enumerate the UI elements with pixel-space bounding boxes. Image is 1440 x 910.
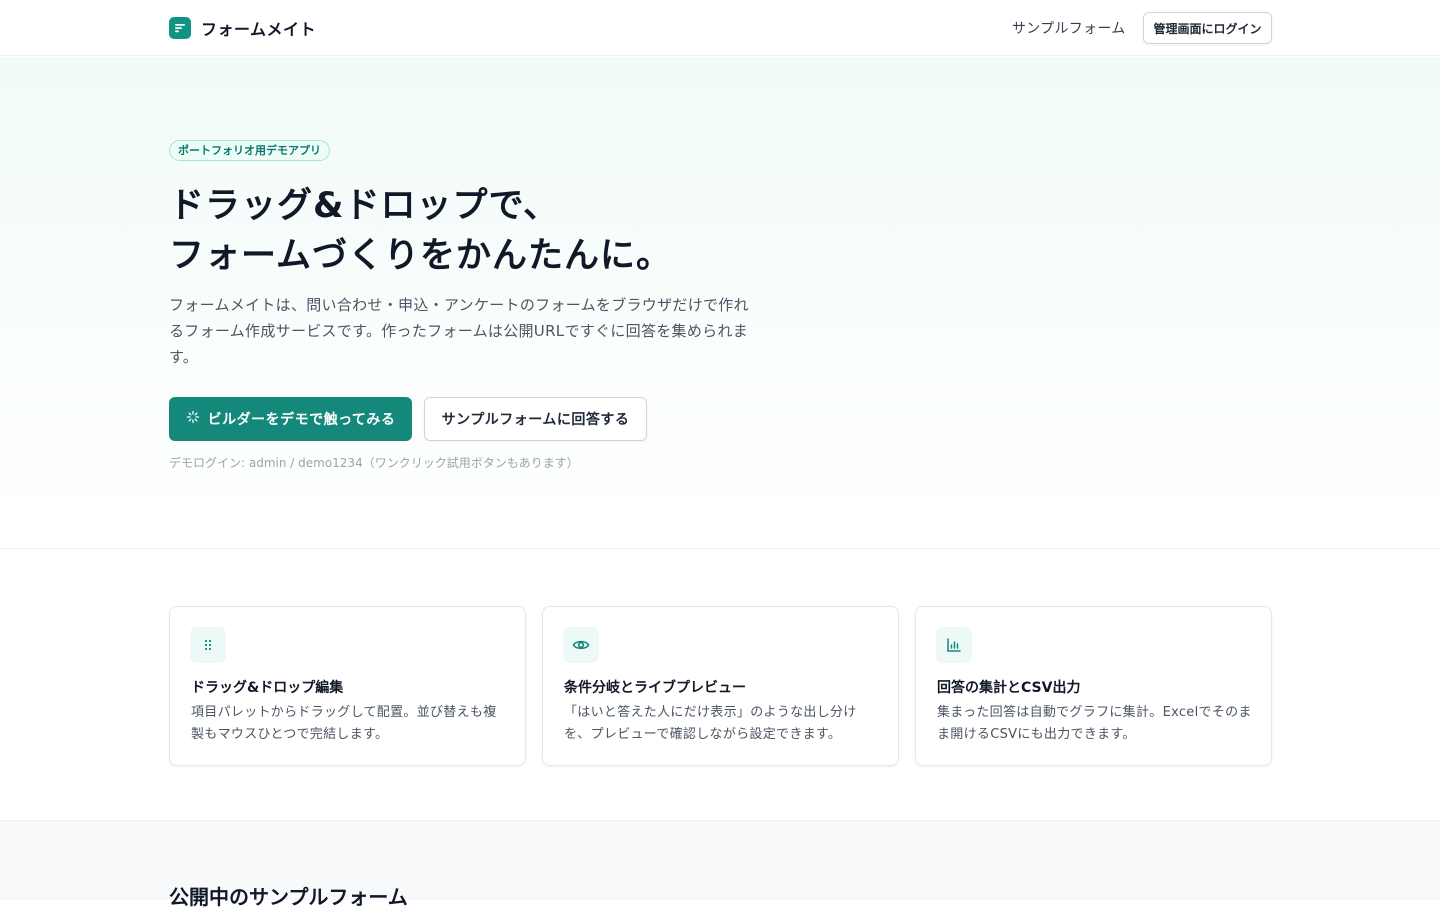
drag-handle-icon [190, 627, 226, 663]
feature-title: 条件分岐とライブプレビュー [564, 680, 746, 696]
feature-description: 「はいと答えた人にだけ表示」のような出し分けを、プレビューで確認しながら設定でき… [564, 705, 857, 742]
hero-description: フォームメイトは、問い合わせ・申込・アンケートのフォームをブラウザだけで作れるフ… [169, 296, 749, 366]
hero-title-line2: フォームづくりをかんたんに。 [169, 236, 672, 276]
demo-login-note: デモログイン: admin / demo1234（ワンクリック試用ボタンもありま… [169, 456, 579, 470]
portfolio-badge: ポートフォリオ用デモアプリ [169, 140, 330, 161]
sample-forms-section: 公開中のサンプルフォーム [0, 820, 1440, 909]
eye-icon [563, 627, 599, 663]
nav-sample-forms-link[interactable]: サンプルフォーム [1012, 18, 1126, 38]
try-builder-demo-button[interactable]: ビルダーをデモで触ってみる [169, 397, 412, 441]
brand-home-link[interactable]: フォームメイト [169, 17, 316, 39]
features-section: ドラッグ&ドロップ編集 項目パレットからドラッグして配置。並び替えも複製もマウス… [0, 550, 1440, 820]
feature-card-csv-export: 回答の集計とCSV出力 集まった回答は自動でグラフに集計。Excelでそのまま開… [915, 606, 1272, 766]
feature-description: 項目パレットからドラッグして配置。並び替えも複製もマウスひとつで完結します。 [191, 705, 497, 742]
feature-description: 集まった回答は自動でグラフに集計。Excelでそのまま開けるCSVにも出力できま… [937, 705, 1252, 742]
feature-title: 回答の集計とCSV出力 [937, 680, 1081, 696]
admin-login-button[interactable]: 管理画面にログイン [1143, 12, 1272, 44]
feature-title: ドラッグ&ドロップ編集 [191, 680, 344, 696]
feature-card-drag-drop: ドラッグ&ドロップ編集 項目パレットからドラッグして配置。並び替えも複製もマウス… [169, 606, 526, 766]
site-header: フォームメイト サンプルフォーム 管理画面にログイン [0, 0, 1440, 56]
sparkle-icon [186, 410, 200, 428]
hero-section: ポートフォリオ用デモアプリ ドラッグ&ドロップで、 フォームづくりをかんたんに。… [0, 57, 1440, 549]
try-builder-demo-label: ビルダーをデモで触ってみる [207, 412, 396, 428]
hero-title-line1: ドラッグ&ドロップで、 [169, 186, 560, 226]
feature-card-conditional-preview: 条件分岐とライブプレビュー 「はいと答えた人にだけ表示」のような出し分けを、プレ… [542, 606, 899, 766]
answer-sample-form-button[interactable]: サンプルフォームに回答する [424, 397, 647, 441]
brand-name: フォームメイト [201, 20, 317, 39]
bar-chart-icon [936, 627, 972, 663]
hero-title: ドラッグ&ドロップで、 フォームづくりをかんたんに。 [169, 181, 869, 281]
sample-forms-title: 公開中のサンプルフォーム [169, 885, 408, 909]
form-logo-icon [169, 17, 191, 39]
